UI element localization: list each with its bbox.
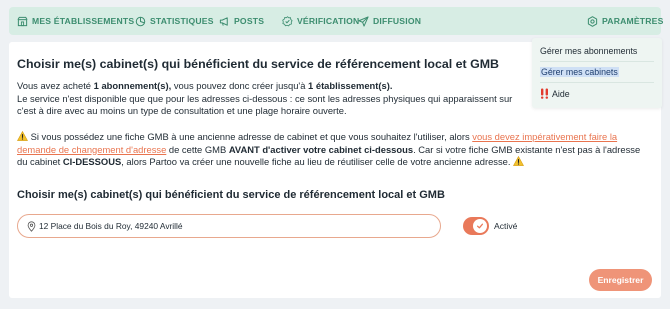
menu-divider — [540, 61, 654, 62]
nav-statistiques[interactable]: STATISTIQUES — [135, 7, 214, 35]
nav-diffusion[interactable]: DIFFUSION — [358, 7, 421, 35]
nav-mes-etablissements[interactable]: MES ÉTABLISSEMENTS — [17, 7, 134, 35]
section-title: Choisir me(s) cabinet(s) qui bénéficient… — [17, 189, 445, 201]
activate-toggle[interactable] — [463, 217, 489, 235]
exclamation-icon — [541, 88, 548, 99]
warning-icon — [17, 131, 28, 141]
address-field[interactable]: 12 Place du Bois du Roy, 49240 Avrillé — [17, 214, 441, 238]
send-icon — [358, 15, 369, 27]
check-icon — [476, 223, 484, 229]
toggle-knob — [473, 219, 487, 233]
top-navigation: MES ÉTABLISSEMENTS STATISTIQUES POSTS VÉ… — [9, 7, 664, 35]
nav-label: DIFFUSION — [373, 16, 422, 26]
nav-label: VÉRIFICATION — [297, 16, 360, 26]
nav-label: PARAMÈTRES — [602, 16, 664, 26]
nav-parametres[interactable]: PARAMÈTRES — [587, 7, 664, 35]
menu-item-help[interactable]: Aide — [540, 88, 570, 99]
badge-check-icon — [282, 15, 293, 26]
page-title: Choisir me(s) cabinet(s) qui bénéficient… — [17, 57, 499, 71]
warning-paragraph: Si vous possédez une fiche GMB à une anc… — [17, 131, 641, 167]
settings-dropdown: Gérer mes abonnements Gérer mes cabinets… — [532, 38, 662, 108]
nav-label: MES ÉTABLISSEMENTS — [32, 16, 135, 26]
nav-label: STATISTIQUES — [150, 16, 214, 26]
menu-divider — [540, 82, 654, 83]
chart-icon — [135, 16, 146, 26]
settings-icon — [587, 15, 598, 27]
map-pin-icon — [27, 221, 36, 232]
nav-verification[interactable]: VÉRIFICATION — [282, 7, 359, 35]
store-icon — [17, 16, 28, 26]
menu-item-cabinets[interactable]: Gérer mes cabinets — [540, 67, 619, 77]
toggle-label: Activé — [494, 221, 518, 231]
save-button[interactable]: Enregistrer — [589, 269, 652, 291]
menu-item-subscriptions[interactable]: Gérer mes abonnements — [540, 46, 637, 56]
warning-icon — [513, 156, 525, 166]
megaphone-icon — [219, 16, 228, 26]
address-value: 12 Place du Bois du Roy, 49240 Avrillé — [39, 221, 183, 231]
nav-posts[interactable]: POSTS — [219, 7, 264, 35]
nav-label: POSTS — [234, 16, 265, 26]
